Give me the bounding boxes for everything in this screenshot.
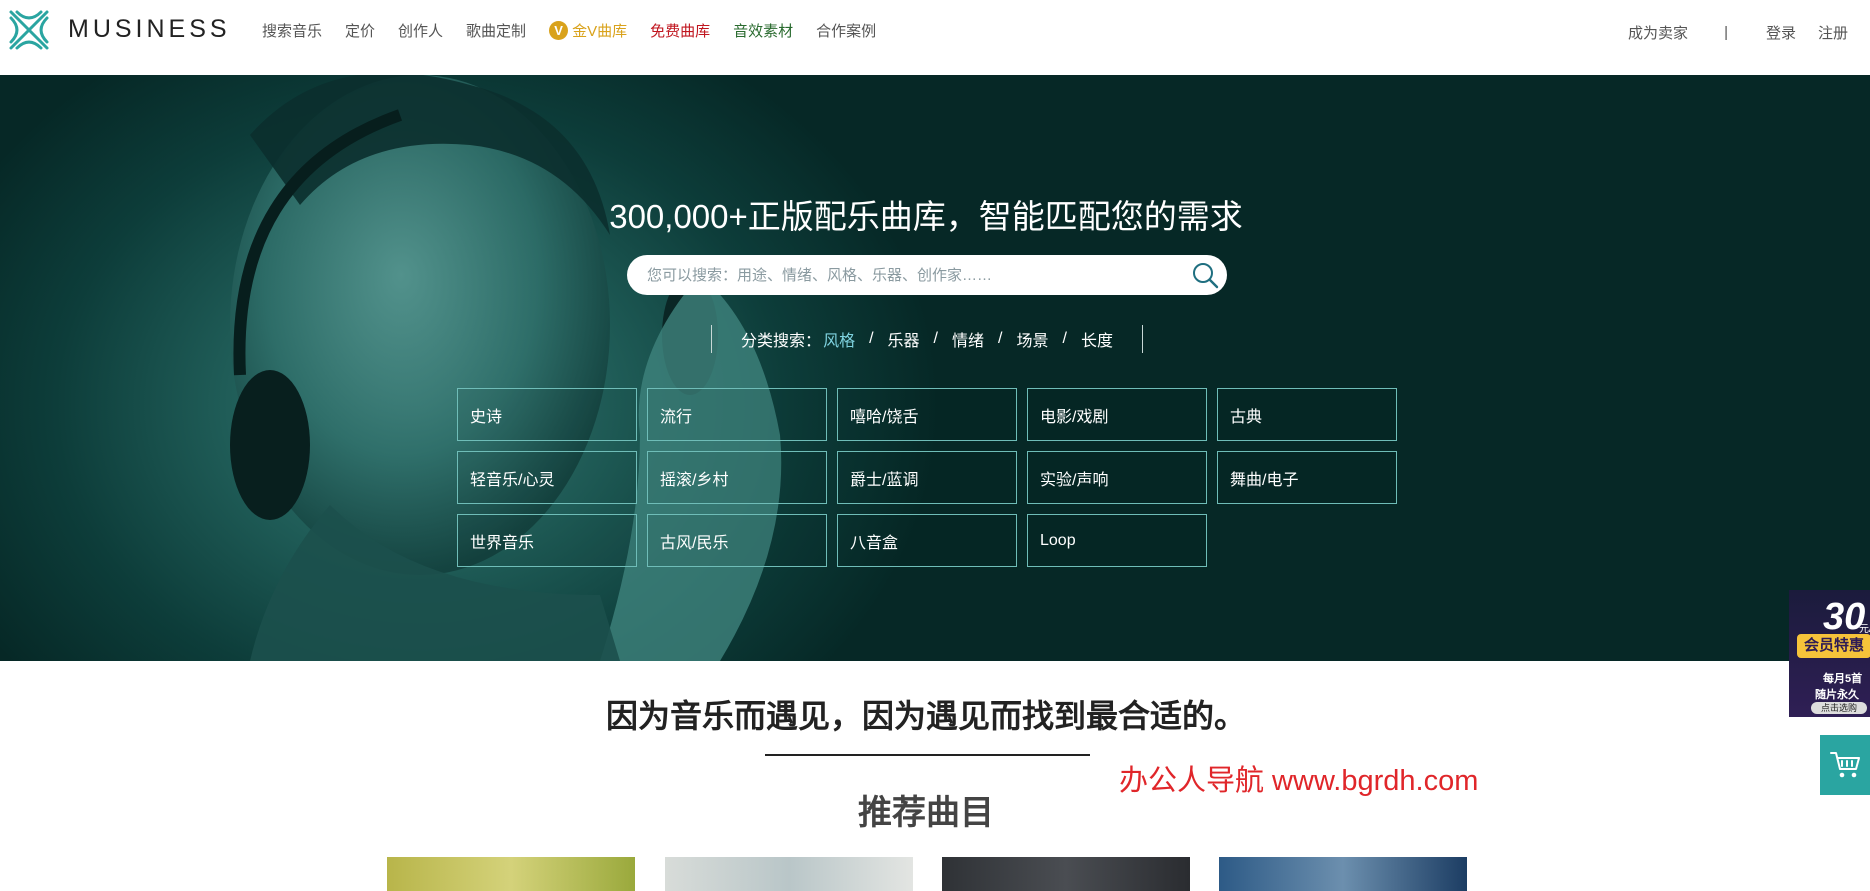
tab-length[interactable]: 长度 <box>1081 327 1113 351</box>
nav-custom-song[interactable]: 歌曲定制 <box>466 20 526 41</box>
genre-loop[interactable]: Loop <box>1027 514 1207 567</box>
promo-badge: 会员特惠 <box>1797 634 1870 658</box>
tab-divider: / <box>869 330 874 347</box>
genre-pop[interactable]: 流行 <box>647 388 827 441</box>
genre-rock[interactable]: 摇滚/乡村 <box>647 451 827 504</box>
genre-grid: 史诗 流行 嘻哈/饶舌 电影/戏剧 古典 轻音乐/心灵 摇滚/乡村 爵士/蓝调 … <box>457 388 1397 567</box>
tab-scene[interactable]: 场景 <box>1016 327 1048 351</box>
nav-gold-v-library[interactable]: V 金V曲库 <box>549 20 627 41</box>
track-thumbnail[interactable] <box>1219 857 1467 891</box>
genre-film[interactable]: 电影/戏剧 <box>1027 388 1207 441</box>
hero-title: 300,000+正版配乐曲库，智能匹配您的需求 <box>609 198 1243 235</box>
become-seller-link[interactable]: 成为卖家 <box>1628 22 1688 43</box>
main-nav: 搜索音乐 定价 创作人 歌曲定制 V 金V曲库 免费曲库 音效素材 合作案例 <box>262 20 899 41</box>
nav-creators[interactable]: 创作人 <box>398 20 443 41</box>
search-box <box>627 255 1227 295</box>
nav-search-music[interactable]: 搜索音乐 <box>262 20 322 41</box>
nav-pricing[interactable]: 定价 <box>345 20 375 41</box>
shopping-cart-button[interactable] <box>1820 735 1870 795</box>
genre-jazz[interactable]: 爵士/蓝调 <box>837 451 1017 504</box>
genre-experimental[interactable]: 实验/声响 <box>1027 451 1207 504</box>
cart-icon <box>1830 752 1860 778</box>
genre-world[interactable]: 世界音乐 <box>457 514 637 567</box>
track-thumbnail[interactable] <box>665 857 913 891</box>
site-header: MUSINESS 搜索音乐 定价 创作人 歌曲定制 V 金V曲库 免费曲库 音效… <box>0 0 1870 75</box>
track-thumbnail[interactable] <box>942 857 1190 891</box>
tab-mood[interactable]: 情绪 <box>952 327 984 351</box>
tab-divider: / <box>1062 330 1067 347</box>
login-link[interactable]: 登录 <box>1766 22 1796 43</box>
promo-cta: 点击选购 <box>1811 702 1867 714</box>
register-link[interactable]: 注册 <box>1818 22 1848 43</box>
genre-light[interactable]: 轻音乐/心灵 <box>457 451 637 504</box>
genre-hiphop[interactable]: 嘻哈/饶舌 <box>837 388 1017 441</box>
logo-wordmark[interactable]: MUSINESS <box>68 15 231 44</box>
genre-dance[interactable]: 舞曲/电子 <box>1217 451 1397 504</box>
hero-banner: 300,000+正版配乐曲库，智能匹配您的需求 分类搜索： 风格 / 乐器 / … <box>0 75 1870 661</box>
tab-divider: / <box>998 330 1003 347</box>
gold-v-icon: V <box>549 21 569 40</box>
tab-divider: / <box>933 330 938 347</box>
nav-free-library[interactable]: 免费曲库 <box>650 20 710 41</box>
genre-chinese-folk[interactable]: 古风/民乐 <box>647 514 827 567</box>
nav-cases[interactable]: 合作案例 <box>816 20 876 41</box>
category-search-bar: 分类搜索： 风格 / 乐器 / 情绪 / 场景 / 长度 <box>711 325 1143 353</box>
separator: | <box>1724 24 1728 41</box>
genre-epic[interactable]: 史诗 <box>457 388 637 441</box>
promo-line-1: 每月5首 <box>1823 673 1863 685</box>
genre-music-box[interactable]: 八音盒 <box>837 514 1017 567</box>
search-input[interactable] <box>647 255 1167 295</box>
account-links: 成为卖家 | 登录 注册 <box>1628 22 1848 43</box>
nav-sound-effects[interactable]: 音效素材 <box>733 20 793 41</box>
nav-gold-v-label: 金V曲库 <box>572 23 628 40</box>
recommended-title: 推荐曲目 <box>858 794 994 832</box>
genre-classical[interactable]: 古典 <box>1217 388 1397 441</box>
musiness-logo-icon[interactable] <box>5 6 53 54</box>
hero-background-image <box>230 75 782 661</box>
tab-style[interactable]: 风格 <box>823 327 855 351</box>
promo-line-2: 随片永久 <box>1815 689 1859 701</box>
membership-promo-banner[interactable]: 30 元/月 会员特惠 每月5首 随片永久 点击选购 <box>1789 590 1870 717</box>
tagline-divider <box>765 754 1090 756</box>
track-thumbnail[interactable] <box>387 857 635 891</box>
tab-instrument[interactable]: 乐器 <box>888 327 920 351</box>
search-icon[interactable] <box>1191 261 1219 289</box>
tagline: 因为音乐而遇见，因为遇见而找到最合适的。 <box>605 698 1246 734</box>
category-search-label: 分类搜索： <box>741 333 822 350</box>
